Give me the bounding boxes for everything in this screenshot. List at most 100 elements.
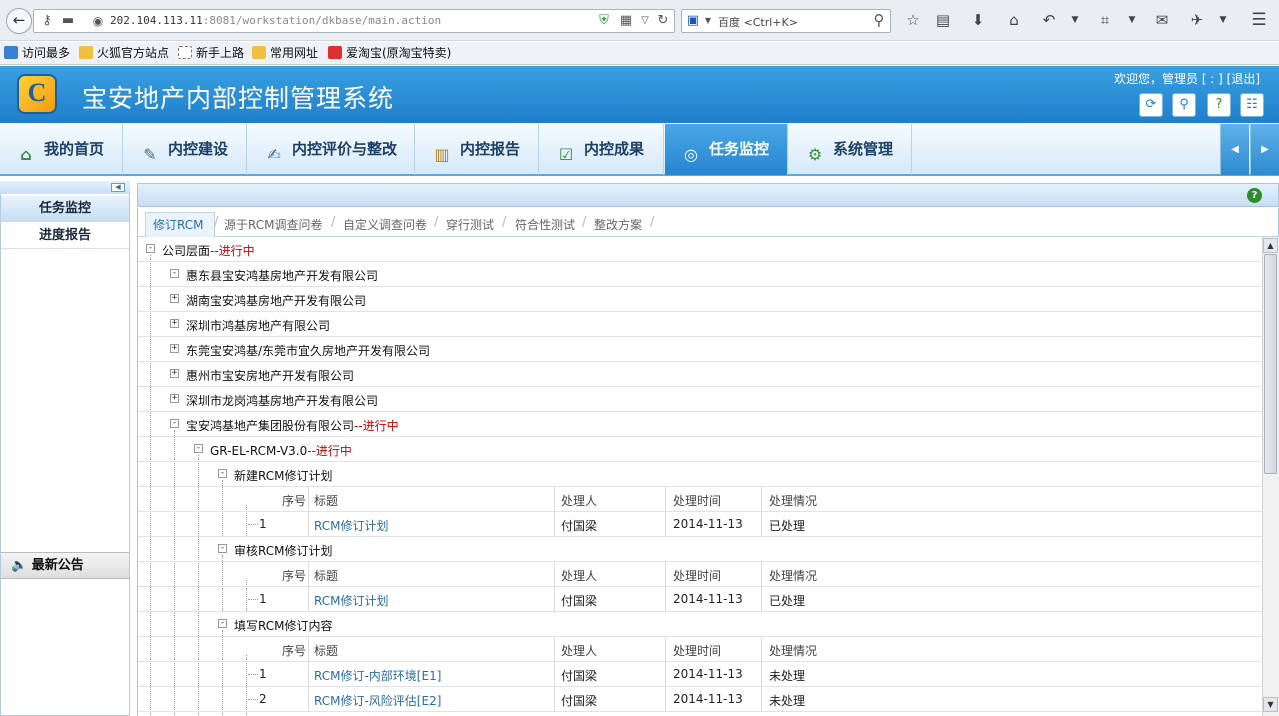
shield-icon[interactable]: ⛨ <box>596 13 612 29</box>
tree-row-company: + 惠州市宝安房地产开发有限公司 <box>138 362 1261 387</box>
extension-icon[interactable]: ✈ <box>1187 11 1207 29</box>
help-icon[interactable]: ? <box>1207 93 1231 117</box>
collapse-toggle-icon[interactable]: - <box>218 619 227 628</box>
chat-icon[interactable]: ✉ <box>1152 11 1172 29</box>
cell-divider <box>761 512 762 537</box>
scroll-up-icon[interactable]: ▲ <box>1263 238 1278 253</box>
bookmark-firefox[interactable]: 火狐官方站点 <box>79 45 169 61</box>
home-icon[interactable]: ⌂ <box>1004 11 1024 29</box>
nav-scroll-right-icon[interactable]: ▶ <box>1250 124 1279 175</box>
cell-divider <box>554 487 555 512</box>
tree-node-label[interactable]: 深圳市鸿基房地产有限公司 <box>186 317 330 334</box>
expand-toggle-icon[interactable]: + <box>170 319 179 328</box>
undo-icon[interactable]: ↶ <box>1039 11 1059 29</box>
tree-node-label[interactable]: 公司层面 <box>162 244 210 258</box>
nav-evaluation-rectification[interactable]: ✍ 内控评价与整改 <box>248 124 415 175</box>
tab-compliance-test[interactable]: 符合性测试 <box>515 216 575 233</box>
tree-node-label[interactable]: 审核RCM修订计划 <box>234 542 332 559</box>
back-button[interactable]: ← <box>6 8 32 34</box>
cell-divider <box>308 487 309 512</box>
star-icon[interactable]: ☆ <box>903 11 923 29</box>
expand-toggle-icon[interactable]: + <box>170 344 179 353</box>
collapse-toggle-icon[interactable]: - <box>170 269 179 278</box>
task-link[interactable]: RCM修订计划 <box>314 517 388 534</box>
tree-node-label[interactable]: 新建RCM修订计划 <box>234 467 332 484</box>
task-link[interactable]: RCM修订-风险评估[E2] <box>314 692 441 709</box>
dropdown-icon[interactable]: ▽ <box>638 13 652 29</box>
download-icon[interactable]: ⬇ <box>968 11 988 29</box>
nav-system-management[interactable]: ⚙ 系统管理 <box>789 124 912 175</box>
collapse-toggle-icon[interactable]: - <box>218 544 227 553</box>
tab-rcm-survey[interactable]: 源于RCM调查问卷 <box>224 216 322 233</box>
expand-toggle-icon[interactable]: + <box>170 294 179 303</box>
url-text[interactable]: 202.104.113.11:8081/workstation/dkbase/m… <box>110 14 441 27</box>
refresh-icon[interactable]: ⟳ <box>1139 93 1163 117</box>
site-info-icon[interactable]: ▬ <box>60 13 76 29</box>
column-header: 处理情况 <box>769 494 818 508</box>
tree-node-label[interactable]: 宝安鸿基地产集团股份有限公司 <box>186 419 354 433</box>
bookmark-common-sites[interactable]: 常用网址 <box>252 45 318 61</box>
column-header: 处理人 <box>561 494 598 508</box>
tree-node-label[interactable]: 填写RCM修订内容 <box>234 617 332 634</box>
user-card-icon[interactable]: ☷ <box>1240 93 1264 117</box>
welcome-text[interactable]: 欢迎您，管理员 [ : ] [退出] <box>1114 70 1260 87</box>
scrollbar-thumb[interactable] <box>1264 254 1277 474</box>
tree-node-label[interactable]: 惠东县宝安鸿基房地产开发有限公司 <box>186 267 378 284</box>
taobao-icon <box>328 46 342 59</box>
nav-control-construction[interactable]: ✎ 内控建设 <box>124 124 247 175</box>
sidebar <box>0 181 130 716</box>
task-link[interactable]: RCM修订计划 <box>314 592 388 609</box>
expand-toggle-icon[interactable]: + <box>170 369 179 378</box>
collapse-toggle-icon[interactable]: - <box>146 244 155 253</box>
tree-node-label[interactable]: 湖南宝安鸿基房地产开发有限公司 <box>186 292 366 309</box>
nav-home[interactable]: ⌂ 我的首页 <box>0 124 123 175</box>
extension-dropdown-icon[interactable]: ▼ <box>1213 11 1233 29</box>
handler: 付国梁 <box>561 594 598 608</box>
search-icon[interactable]: ⚲ <box>870 12 888 28</box>
scroll-down-icon[interactable]: ▼ <box>1263 697 1278 712</box>
collapse-toggle-icon[interactable]: - <box>170 419 179 428</box>
search-engine-dropdown-icon[interactable]: ▼ <box>703 13 713 29</box>
bookmark-most-visited[interactable]: 访问最多 <box>4 45 70 61</box>
collapse-toggle-icon[interactable]: - <box>194 444 203 453</box>
notice-panel-header[interactable]: 🔈 最新公告 <box>1 552 129 579</box>
gear-icon: ⚙ <box>807 145 823 164</box>
tab-separator: / <box>214 215 219 230</box>
tree-node-label[interactable]: 东莞宝安鸿基/东莞市宜久房地产开发有限公司 <box>186 342 430 359</box>
bookmark-getting-started[interactable]: 新手上路 <box>178 45 244 61</box>
tab-rectification-plan[interactable]: 整改方案 <box>594 216 642 233</box>
task-link[interactable]: RCM修订-内部环境[E1] <box>314 667 441 684</box>
qr-icon[interactable]: ▦ <box>618 13 634 29</box>
row-number: 1 <box>259 667 267 681</box>
nav-control-results[interactable]: ☑ 内控成果 <box>540 124 664 175</box>
tree-node-label[interactable]: 惠州市宝安房地产开发有限公司 <box>186 367 354 384</box>
reading-list-icon[interactable]: ▤ <box>933 11 953 29</box>
sidebar-item-progress-report[interactable]: 进度报告 <box>1 223 129 249</box>
tab-revise-rcm[interactable]: 修订RCM <box>153 216 203 233</box>
cell-divider <box>761 637 762 662</box>
help-icon[interactable]: ? <box>1247 188 1262 203</box>
reload-icon[interactable]: ↻ <box>655 13 671 29</box>
search-icon[interactable]: ⚲ <box>1172 93 1196 117</box>
table-row: 1 RCM修订计划 付国梁 2014-11-13 已处理 <box>138 587 1261 612</box>
crop-dropdown-icon[interactable]: ▼ <box>1122 11 1142 29</box>
baidu-icon[interactable]: ▣ <box>686 13 700 29</box>
expand-toggle-icon[interactable]: + <box>170 394 179 403</box>
sidebar-item-task-monitor[interactable]: 任务监控 <box>1 196 129 222</box>
nav-task-monitor[interactable]: ◎ 任务监控 <box>665 124 788 175</box>
key-icon: ⚷ <box>42 13 52 28</box>
tab-walkthrough-test[interactable]: 穿行测试 <box>446 216 494 233</box>
tree-node-label[interactable]: GR-EL-RCM-V3.0 <box>210 444 307 458</box>
tree-node-label[interactable]: 深圳市龙岗鸿基房地产开发有限公司 <box>186 392 378 409</box>
collapse-toggle-icon[interactable]: - <box>218 469 227 478</box>
undo-dropdown-icon[interactable]: ▼ <box>1065 11 1085 29</box>
menu-icon[interactable]: ☰ <box>1249 11 1269 29</box>
nav-scroll-left-icon[interactable]: ◀ <box>1220 124 1249 175</box>
column-header: 标题 <box>314 494 339 508</box>
crop-icon[interactable]: ⌗ <box>1095 11 1115 29</box>
search-input[interactable]: 百度 <Ctrl+K> <box>718 14 798 30</box>
tab-custom-survey[interactable]: 自定义调查问卷 <box>343 216 427 233</box>
bookmark-aitaobao[interactable]: 爱淘宝(原淘宝特卖) <box>328 45 451 61</box>
nav-control-report[interactable]: ▥ 内控报告 <box>416 124 539 175</box>
collapse-icon[interactable]: ◀ <box>111 183 125 192</box>
